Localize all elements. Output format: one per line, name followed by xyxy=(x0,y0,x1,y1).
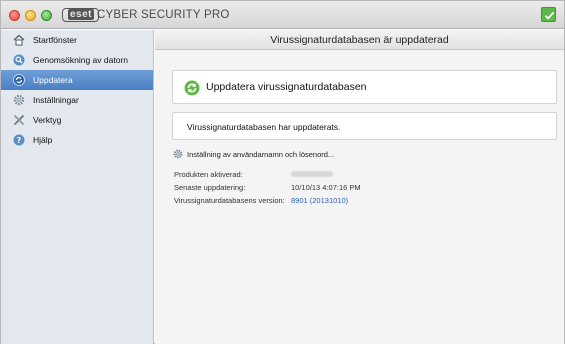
last-update-value: 10/10/13 4:07:16 PM xyxy=(291,183,361,192)
settings-link-label: Inställning av användarnamn och lösenord… xyxy=(187,150,335,159)
version-value[interactable]: 8901 (20131010) xyxy=(291,196,348,205)
username-password-settings-link[interactable]: Inställning av användarnamn och lösenord… xyxy=(173,149,335,159)
sidebar-item-tools[interactable]: Verktyg xyxy=(1,110,153,130)
sidebar-item-label: Uppdatera xyxy=(33,75,73,85)
sidebar-item-label: Verktyg xyxy=(33,115,62,125)
update-database-button[interactable]: Uppdatera virussignaturdatabasen xyxy=(172,70,557,104)
page-title: Virussignaturdatabasen är uppdaterad xyxy=(155,30,564,50)
activated-label: Produkten aktiverad: xyxy=(174,170,243,179)
sidebar-item-settings[interactable]: Inställningar xyxy=(1,90,153,110)
sidebar-item-home[interactable]: Startfönster xyxy=(1,30,153,50)
scan-icon xyxy=(13,54,25,66)
sidebar-item-help[interactable]: ? Hjälp xyxy=(1,130,153,150)
sidebar-item-label: Startfönster xyxy=(33,35,77,45)
app-window: eset CYBER SECURITY PRO Startfönster Gen… xyxy=(0,0,565,344)
refresh-icon xyxy=(184,80,200,96)
sidebar-item-update[interactable]: Uppdatera xyxy=(1,70,153,90)
update-icon xyxy=(13,74,25,86)
minimize-window-button[interactable] xyxy=(25,10,36,21)
sidebar-item-label: Genomsökning av datorn xyxy=(33,55,128,65)
gear-icon xyxy=(173,149,183,159)
sidebar-item-label: Hjälp xyxy=(33,135,53,145)
update-database-label: Uppdatera virussignaturdatabasen xyxy=(206,81,367,93)
version-label: Virussignaturdatabasens version: xyxy=(174,196,285,205)
status-message: Virussignaturdatabasen har uppdaterats. xyxy=(187,122,341,132)
title-bar: eset CYBER SECURITY PRO xyxy=(1,1,564,29)
close-window-button[interactable] xyxy=(9,10,20,21)
main-panel: Virussignaturdatabasen är uppdaterad Upp… xyxy=(155,30,564,344)
svg-text:?: ? xyxy=(17,136,22,145)
help-icon: ? xyxy=(13,134,25,146)
gear-icon xyxy=(13,94,25,106)
tools-icon xyxy=(13,114,25,126)
sidebar: Startfönster Genomsökning av datorn Uppd… xyxy=(1,30,154,344)
zoom-window-button[interactable] xyxy=(41,10,52,21)
home-icon xyxy=(13,34,25,46)
app-title: CYBER SECURITY PRO xyxy=(97,9,230,21)
eset-logo: eset xyxy=(62,8,100,22)
protection-status-icon[interactable] xyxy=(541,7,556,22)
status-message-box: Virussignaturdatabasen har uppdaterats. xyxy=(172,112,557,140)
sidebar-item-label: Inställningar xyxy=(33,95,79,105)
last-update-label: Senaste uppdatering: xyxy=(174,183,246,192)
sidebar-item-computer-scan[interactable]: Genomsökning av datorn xyxy=(1,50,153,70)
activated-value-redacted xyxy=(291,170,333,179)
